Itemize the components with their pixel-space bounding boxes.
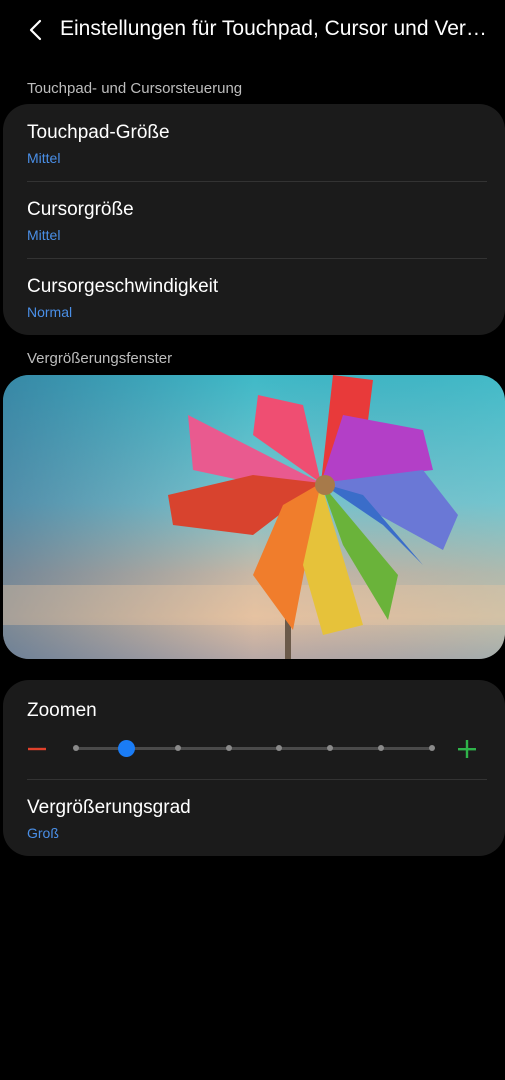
section-label-magnifier: Vergrößerungsfenster [27, 350, 173, 367]
zoom-slider-thumb[interactable] [118, 740, 136, 757]
divider [27, 181, 487, 182]
app-bar: Einstellungen für Touchpad, Cursor und V… [0, 0, 505, 60]
zoom-out-button[interactable] [24, 736, 50, 762]
zoom-slider-tick [174, 745, 181, 751]
cursor-speed-item[interactable]: Cursorgeschwindigkeit Normal [27, 276, 485, 336]
zoom-settings-card: Zoomen Vergrößerungsgrad Groß [3, 680, 505, 856]
item-title: Touchpad-Größe [27, 122, 170, 143]
page-title: Einstellungen für Touchpad, Cursor und V… [60, 17, 490, 40]
touchpad-settings-card: Touchpad-Größe Mittel Cursorgröße Mittel… [3, 104, 505, 335]
magnification-level-item[interactable]: Vergrößerungsgrad Groß [27, 797, 485, 855]
zoom-in-button[interactable] [454, 736, 480, 762]
item-value: Mittel [27, 227, 61, 243]
cursor-size-item[interactable]: Cursorgröße Mittel [27, 199, 485, 259]
magnifier-preview-image [3, 375, 505, 659]
minus-icon [28, 747, 46, 751]
item-title: Cursorgröße [27, 199, 134, 220]
plus-icon [458, 740, 476, 758]
zoom-slider-area [24, 732, 480, 764]
zoom-title: Zoomen [27, 700, 97, 721]
pinwheel-image [3, 375, 505, 659]
zoom-slider-tick [429, 745, 435, 751]
divider [27, 258, 487, 259]
item-value: Normal [27, 304, 73, 320]
touchpad-size-item[interactable]: Touchpad-Größe Mittel [27, 122, 485, 182]
zoom-slider-tick [276, 745, 283, 751]
zoom-slider-tick [327, 745, 334, 751]
item-title: Cursorgeschwindigkeit [27, 276, 219, 297]
item-title: Vergrößerungsgrad [27, 797, 191, 818]
zoom-title-row: Zoomen [27, 700, 485, 730]
back-button[interactable] [22, 16, 50, 44]
zoom-slider-tick [73, 745, 79, 751]
item-value: Mittel [27, 150, 61, 166]
zoom-slider-tick [378, 745, 385, 751]
chevron-left-icon [29, 19, 42, 41]
item-value: Groß [27, 825, 59, 841]
zoom-slider-tick [225, 745, 232, 751]
section-label-touchpad: Touchpad- und Cursorsteuerung [27, 80, 243, 97]
divider [27, 779, 487, 780]
